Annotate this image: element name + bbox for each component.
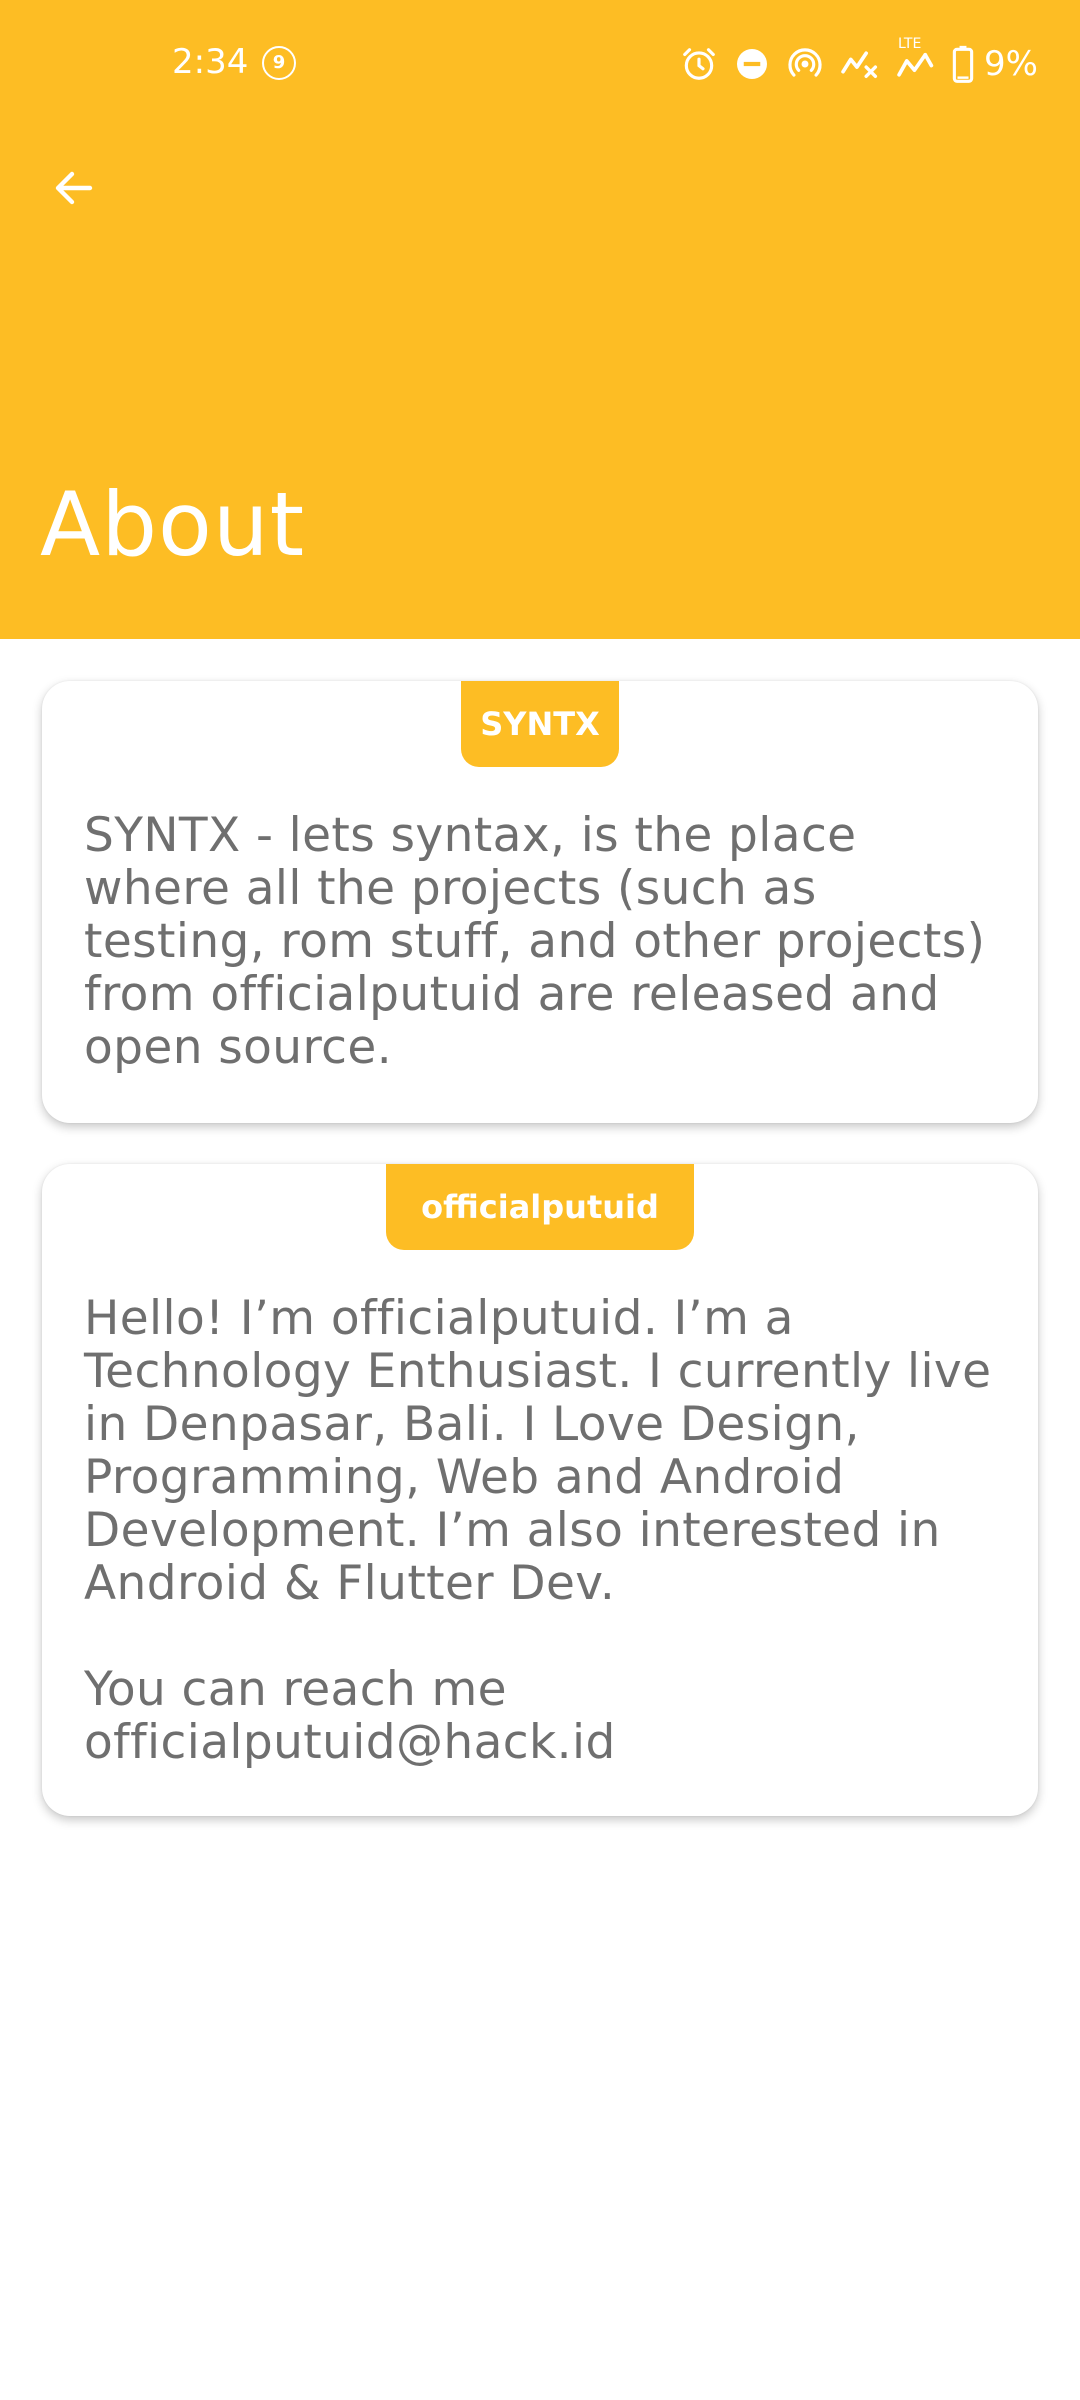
- battery-percentage: 9%: [984, 44, 1038, 84]
- syntx-description: SYNTX - lets syntax, is the place where …: [84, 809, 1008, 1074]
- alarm-icon: [680, 45, 718, 83]
- contact-email[interactable]: officialputuid@hack.id: [84, 1716, 1008, 1769]
- syntx-card: SYNTX SYNTX - lets syntax, is the place …: [42, 681, 1038, 1123]
- status-bar: 2:34 9 LTE 9%: [0, 0, 1080, 130]
- syntx-badge: SYNTX: [461, 681, 619, 767]
- lte-signal-icon: LTE: [896, 37, 936, 81]
- status-icons: LTE 9%: [680, 37, 1038, 88]
- battery-icon: [952, 45, 974, 83]
- status-time: 2:34: [172, 42, 249, 82]
- syntx-description-text: SYNTX - lets syntax, is the place where …: [84, 808, 986, 1075]
- author-bio: Hello! I’m officialputuid. I’m a Technol…: [84, 1292, 1008, 1769]
- do-not-disturb-icon: [734, 46, 770, 82]
- notification-count-icon: 9: [262, 46, 296, 80]
- author-card: officialputuid Hello! I’m officialputuid…: [42, 1164, 1038, 1816]
- back-button[interactable]: [34, 150, 114, 230]
- page-title: About: [40, 473, 306, 576]
- arrow-back-icon: [50, 164, 98, 216]
- hotspot-icon: [786, 45, 824, 83]
- app-bar: 2:34 9 LTE 9% About: [0, 0, 1080, 639]
- lte-label: LTE: [898, 36, 922, 52]
- author-badge: officialputuid: [386, 1164, 694, 1250]
- contact-label: You can reach me: [84, 1662, 507, 1717]
- author-bio-text: Hello! I’m officialputuid. I’m a Technol…: [84, 1291, 992, 1611]
- signal-no-data-icon: [840, 47, 880, 81]
